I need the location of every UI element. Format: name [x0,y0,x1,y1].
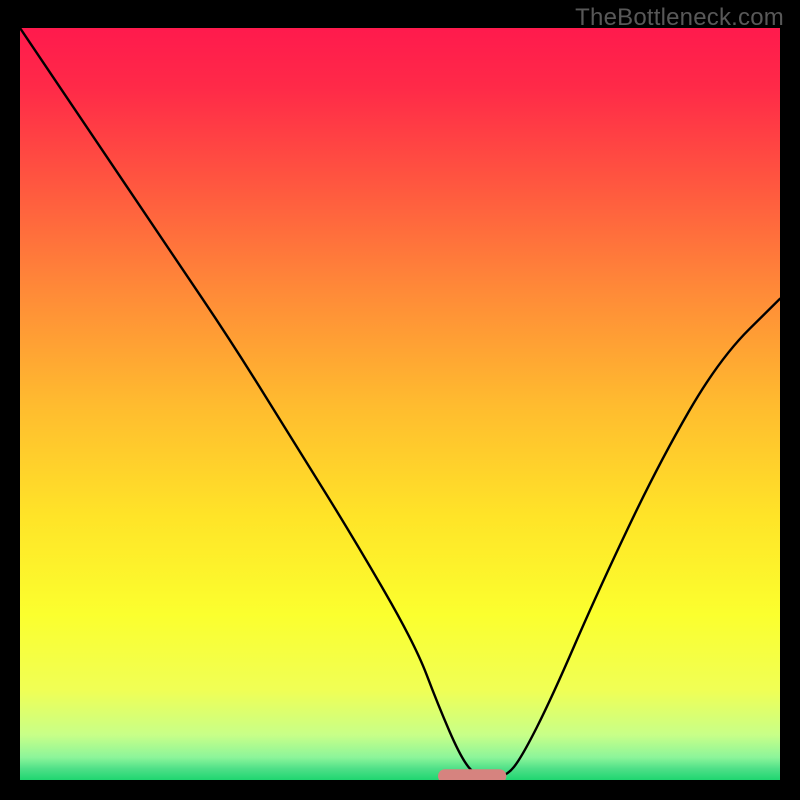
valley-marker [438,769,506,780]
plot-area [20,28,780,780]
chart-svg [20,28,780,780]
chart-frame: TheBottleneck.com [0,0,800,800]
annotations-layer [438,769,506,780]
gradient-background [20,28,780,780]
